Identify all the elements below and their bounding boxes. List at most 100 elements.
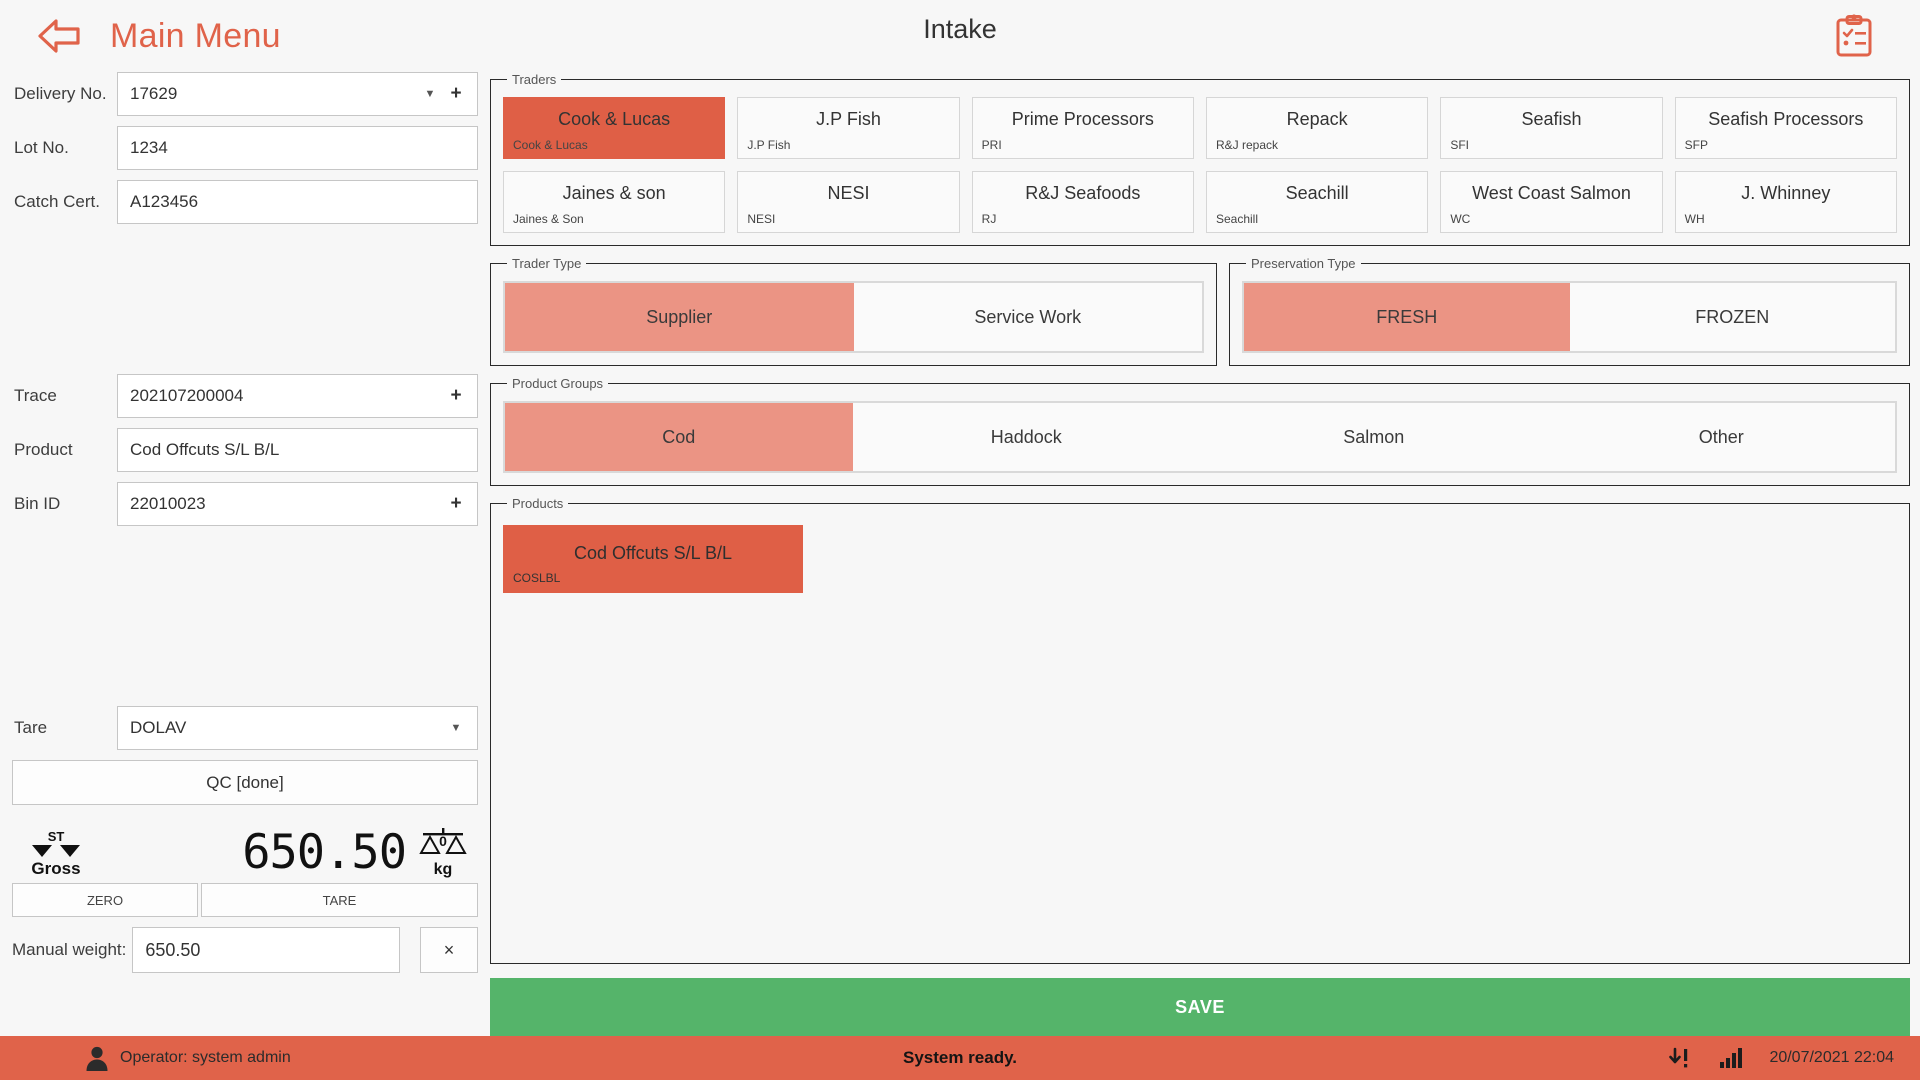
trace-label: Trace — [14, 386, 57, 405]
catch-cert-value: A123456 — [130, 192, 199, 211]
manual-weight-label: Manual weight: — [12, 940, 127, 959]
body-wrapper: Delivery No. 17629 ▼ + Lot No. 1234 Catc… — [0, 72, 1920, 1036]
preservation-type-legend: Preservation Type — [1251, 256, 1356, 271]
trader-tile-name: Repack — [1286, 109, 1348, 129]
lot-no-field[interactable]: 1234 — [117, 126, 478, 170]
scale-zero-marker: 0 — [439, 833, 447, 849]
trader-tile-code: Jaines & Son — [513, 212, 584, 226]
product-groups-segmented-control: Cod Haddock Salmon Other — [503, 401, 1897, 473]
trader-tile-name: J.P Fish — [816, 109, 881, 129]
trader-tile[interactable]: Jaines & son Jaines & Son — [503, 171, 726, 233]
trader-tile[interactable]: Cook & Lucas Cook & Lucas — [503, 97, 726, 159]
trader-tile-name: R&J Seafoods — [1025, 183, 1141, 203]
tare-button[interactable]: TARE — [201, 883, 478, 917]
trader-tile-code: SFP — [1684, 138, 1708, 152]
delivery-no-row: Delivery No. 17629 ▼ + — [12, 72, 478, 116]
weight-unit-label: kg — [433, 861, 453, 878]
trader-type-option[interactable]: Supplier — [505, 283, 854, 351]
trader-tile-code: WH — [1684, 212, 1705, 226]
trader-tile-code: NESI — [747, 212, 776, 226]
product-group-option[interactable]: Other — [1547, 403, 1895, 471]
zero-button[interactable]: ZERO — [12, 883, 198, 917]
traders-legend: Traders — [512, 72, 557, 87]
catch-cert-row: Catch Cert. A123456 — [12, 180, 478, 224]
trader-type-option[interactable]: Service Work — [853, 283, 1202, 351]
tare-row: Tare DOLAV ▼ — [12, 706, 478, 750]
bin-id-value: 22010023 — [130, 494, 206, 513]
trace-value: 202107200004 — [130, 386, 244, 405]
preservation-type-segmented-control: FRESH FROZEN — [1242, 281, 1897, 353]
chevron-down-icon[interactable]: ▼ — [417, 88, 443, 100]
preservation-type-option[interactable]: FRESH — [1244, 283, 1570, 351]
product-group-option[interactable]: Haddock — [852, 403, 1200, 471]
trader-tile-code: J.P Fish — [747, 138, 791, 152]
lot-no-label: Lot No. — [14, 138, 69, 157]
preservation-type-option[interactable]: FROZEN — [1569, 283, 1895, 351]
save-button[interactable]: SAVE — [490, 978, 1910, 1036]
product-tile[interactable]: Cod Offcuts S/L B/L COSLBL — [503, 525, 803, 593]
add-delivery-button[interactable]: + — [443, 83, 469, 105]
trader-tile[interactable]: NESI NESI — [737, 171, 960, 233]
trader-tile-code: RJ — [981, 212, 997, 226]
delivery-no-field[interactable]: 17629 ▼ + — [117, 72, 478, 116]
trader-tile-name: Seafish — [1521, 109, 1582, 129]
tare-value: DOLAV — [130, 718, 187, 737]
scale-display: ST Gross 650.50 0 kg — [12, 815, 478, 881]
trader-tile[interactable]: R&J Seafoods RJ — [971, 171, 1194, 233]
product-value: Cod Offcuts S/L B/L — [130, 440, 280, 459]
intake-screen: Main Menu Intake Delivery No. 17629 ▼ + … — [0, 0, 1920, 1080]
trader-tile[interactable]: Seafish SFI — [1440, 97, 1663, 159]
products-legend: Products — [512, 496, 564, 511]
stability-glyph: ST — [28, 829, 84, 859]
traders-group: Traders Cook & Lucas Cook & Lucas J.P Fish… — [490, 72, 1910, 246]
trader-type-segmented-control: Supplier Service Work — [503, 281, 1204, 353]
product-row: Product Cod Offcuts S/L B/L — [12, 428, 478, 472]
trader-type-group: Trader Type Supplier Service Work — [490, 256, 1217, 366]
clear-manual-weight-button[interactable]: × — [420, 927, 478, 973]
trader-type-legend: Trader Type — [512, 256, 582, 271]
trader-tile[interactable]: Prime Processors PRI — [971, 97, 1194, 159]
add-trace-button[interactable]: + — [443, 385, 469, 407]
product-group-option[interactable]: Salmon — [1200, 403, 1548, 471]
trader-tile[interactable]: J.P Fish J.P Fish — [737, 97, 960, 159]
status-bar: Operator: system admin System ready. 20/… — [0, 1036, 1920, 1080]
chevron-down-icon[interactable]: ▼ — [443, 722, 469, 734]
bin-id-field[interactable]: 22010023 + — [117, 482, 478, 526]
catch-cert-field[interactable]: A123456 — [117, 180, 478, 224]
tare-field[interactable]: DOLAV ▼ — [117, 706, 478, 750]
trader-tile-name: Seafish Processors — [1708, 109, 1864, 129]
trader-tile-name: Prime Processors — [1011, 109, 1154, 129]
bin-id-label: Bin ID — [14, 494, 61, 513]
preservation-type-group: Preservation Type FRESH FROZEN — [1229, 256, 1910, 366]
weight-mode-label: Gross — [31, 859, 81, 878]
trader-tile-code: SFI — [1450, 138, 1469, 152]
trader-tile[interactable]: West Coast Salmon WC — [1440, 171, 1663, 233]
trader-tile-code: R&J repack — [1215, 138, 1279, 152]
product-groups-group: Product Groups Cod Haddock Salmon Other — [490, 376, 1910, 486]
trader-tile[interactable]: J. Whinney WH — [1674, 171, 1897, 233]
download-alert-icon[interactable] — [1667, 1045, 1693, 1071]
product-tile-name: Cod Offcuts S/L B/L — [573, 543, 733, 563]
signal-bars-icon[interactable] — [1719, 1047, 1743, 1069]
trader-tile[interactable]: Repack R&J repack — [1205, 97, 1429, 159]
stability-indicator: ST Gross — [16, 829, 96, 879]
add-bin-button[interactable]: + — [443, 493, 469, 515]
trace-field[interactable]: 202107200004 + — [117, 374, 478, 418]
scale-unit-block: 0 kg — [412, 827, 474, 879]
clipboard-checklist-icon[interactable] — [1834, 14, 1874, 58]
clipboard-glyph — [1836, 14, 1872, 57]
system-status-text: System ready. — [902, 1048, 1018, 1067]
qc-button[interactable]: QC [done] — [12, 760, 478, 805]
product-group-option[interactable]: Cod — [505, 403, 853, 471]
products-area: Cod Offcuts S/L B/L COSLBL — [503, 521, 1897, 593]
datetime-label: 20/07/2021 22:04 — [1769, 1049, 1894, 1066]
product-field[interactable]: Cod Offcuts S/L B/L — [117, 428, 478, 472]
app-header: Main Menu Intake — [0, 0, 1920, 72]
trader-tile[interactable]: Seafish Processors SFP — [1674, 97, 1897, 159]
catch-cert-label: Catch Cert. — [14, 192, 100, 211]
trader-tile-name: West Coast Salmon — [1472, 183, 1631, 203]
gross-weight-value: 650.50 — [242, 825, 407, 880]
balance-scale-icon: 0 — [419, 828, 467, 854]
trader-tile[interactable]: Seachill Seachill — [1205, 171, 1429, 233]
manual-weight-input[interactable]: 650.50 — [132, 927, 400, 973]
